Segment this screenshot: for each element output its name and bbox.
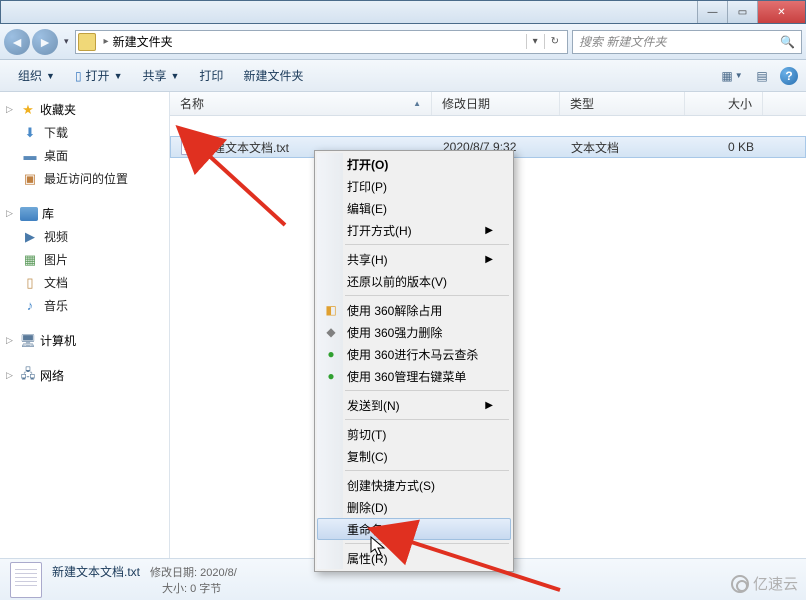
ctx-rename[interactable]: 重命名(M) [317, 518, 511, 540]
column-headers: 名称 修改日期 类型 大小 [170, 92, 806, 116]
sidebar-libraries-header[interactable]: ▷库 [0, 202, 169, 225]
ctx-cut[interactable]: 剪切(T) [317, 423, 511, 445]
submenu-icon: ▶ [485, 225, 493, 236]
share-button[interactable]: 共享▼ [132, 63, 189, 88]
context-menu: 打开(O) 打印(P) 编辑(E) 打开方式(H)▶ 共享(H)▶ 还原以前的版… [314, 150, 514, 572]
organize-button[interactable]: 组织▼ [8, 63, 65, 88]
forward-button[interactable]: ► [32, 29, 58, 55]
360-icon: ◧ [323, 302, 339, 318]
nav-bar: ◄ ► ▾ ▸ 新建文件夹 ▾ ↻ 搜索 新建文件夹 🔍 [0, 24, 806, 60]
ctx-shortcut[interactable]: 创建快捷方式(S) [317, 474, 511, 496]
toolbar: 组织▼ ▯打开▼ 共享▼ 打印 新建文件夹 ▦▼ ▤ ? [0, 60, 806, 92]
minimize-button[interactable]: — [697, 1, 727, 23]
chevron-down-icon: ▼ [46, 71, 55, 81]
sidebar-item-desktop[interactable]: ▬桌面 [0, 144, 169, 167]
nav-history-dropdown[interactable]: ▾ [62, 36, 71, 47]
sidebar-item-music[interactable]: ♪音乐 [0, 294, 169, 317]
network-icon: 🖧 [20, 368, 36, 384]
submenu-icon: ▶ [485, 400, 493, 411]
360-icon: ● [323, 368, 339, 384]
ctx-delete[interactable]: 删除(D) [317, 496, 511, 518]
search-input[interactable]: 搜索 新建文件夹 🔍 [572, 30, 802, 54]
sidebar-item-downloads[interactable]: ⬇下载 [0, 121, 169, 144]
ctx-restore[interactable]: 还原以前的版本(V) [317, 270, 511, 292]
sidebar: ▷★收藏夹 ⬇下载 ▬桌面 ▣最近访问的位置 ▷库 ▶视频 ▦图片 ▯文档 ♪音… [0, 92, 170, 558]
column-type[interactable]: 类型 [560, 92, 685, 115]
sidebar-item-documents[interactable]: ▯文档 [0, 271, 169, 294]
document-icon: ▯ [22, 275, 38, 291]
download-icon: ⬇ [22, 125, 38, 141]
open-button[interactable]: ▯打开▼ [65, 63, 133, 88]
sidebar-favorites-header[interactable]: ▷★收藏夹 [0, 98, 169, 121]
sidebar-computer-header[interactable]: ▷🖥计算机 [0, 329, 169, 352]
sidebar-item-videos[interactable]: ▶视频 [0, 225, 169, 248]
close-button[interactable]: ✕ [757, 1, 805, 23]
360-icon: ● [323, 346, 339, 362]
sidebar-item-pictures[interactable]: ▦图片 [0, 248, 169, 271]
breadcrumb-folder[interactable]: 新建文件夹 [113, 33, 173, 50]
desktop-icon: ▬ [22, 148, 38, 164]
newfolder-button[interactable]: 新建文件夹 [233, 63, 313, 88]
preview-pane-button[interactable]: ▤ [750, 64, 774, 88]
ctx-360-delete[interactable]: ◆使用 360强力删除 [317, 321, 511, 343]
computer-icon: 🖥 [20, 333, 36, 349]
ctx-properties[interactable]: 属性(R) [317, 547, 511, 569]
ctx-openwith[interactable]: 打开方式(H)▶ [317, 219, 511, 241]
chevron-down-icon: ▼ [171, 71, 180, 81]
sidebar-network-header[interactable]: ▷🖧网络 [0, 364, 169, 387]
ctx-sendto[interactable]: 发送到(N)▶ [317, 394, 511, 416]
print-button[interactable]: 打印 [189, 63, 233, 88]
search-icon: 🔍 [780, 35, 795, 49]
ctx-360-scan[interactable]: ●使用 360进行木马云查杀 [317, 343, 511, 365]
search-placeholder: 搜索 新建文件夹 [579, 33, 666, 50]
picture-icon: ▦ [22, 252, 38, 268]
file-name: 新建文本文档.txt [201, 139, 289, 156]
ctx-edit[interactable]: 编辑(E) [317, 197, 511, 219]
breadcrumb-dropdown[interactable]: ▾ [526, 34, 544, 49]
column-name[interactable]: 名称 [170, 92, 432, 115]
window-titlebar: — ▭ ✕ [0, 0, 806, 24]
txt-file-icon [181, 139, 195, 155]
refresh-button[interactable]: ↻ [544, 34, 565, 49]
ctx-copy[interactable]: 复制(C) [317, 445, 511, 467]
ctx-open[interactable]: 打开(O) [317, 153, 511, 175]
column-date[interactable]: 修改日期 [432, 92, 560, 115]
library-icon [20, 207, 38, 221]
submenu-icon: ▶ [485, 254, 493, 265]
back-button[interactable]: ◄ [4, 29, 30, 55]
recent-icon: ▣ [22, 171, 38, 187]
details-filename: 新建文本文档.txt 修改日期: 2020/8/ [52, 563, 237, 580]
music-icon: ♪ [22, 298, 38, 314]
ctx-print[interactable]: 打印(P) [317, 175, 511, 197]
sidebar-item-recent[interactable]: ▣最近访问的位置 [0, 167, 169, 190]
ctx-360-unlock[interactable]: ◧使用 360解除占用 [317, 299, 511, 321]
breadcrumb-separator: ▸ [104, 36, 109, 47]
video-icon: ▶ [22, 229, 38, 245]
ctx-360-menu[interactable]: ●使用 360管理右键菜单 [317, 365, 511, 387]
360-icon: ◆ [323, 324, 339, 340]
watermark-logo-icon [731, 575, 749, 593]
folder-icon [78, 33, 96, 51]
maximize-button[interactable]: ▭ [727, 1, 757, 23]
help-button[interactable]: ? [780, 67, 798, 85]
view-button[interactable]: ▦▼ [720, 64, 744, 88]
ctx-share[interactable]: 共享(H)▶ [317, 248, 511, 270]
watermark: 亿速云 [731, 573, 798, 594]
chevron-down-icon: ▼ [114, 71, 123, 81]
file-size: 0 KB [686, 140, 764, 154]
file-type: 文本文档 [561, 139, 686, 156]
file-large-icon [10, 562, 42, 598]
column-size[interactable]: 大小 [685, 92, 763, 115]
star-icon: ★ [20, 102, 36, 118]
breadcrumb[interactable]: ▸ 新建文件夹 ▾ ↻ [75, 30, 568, 54]
